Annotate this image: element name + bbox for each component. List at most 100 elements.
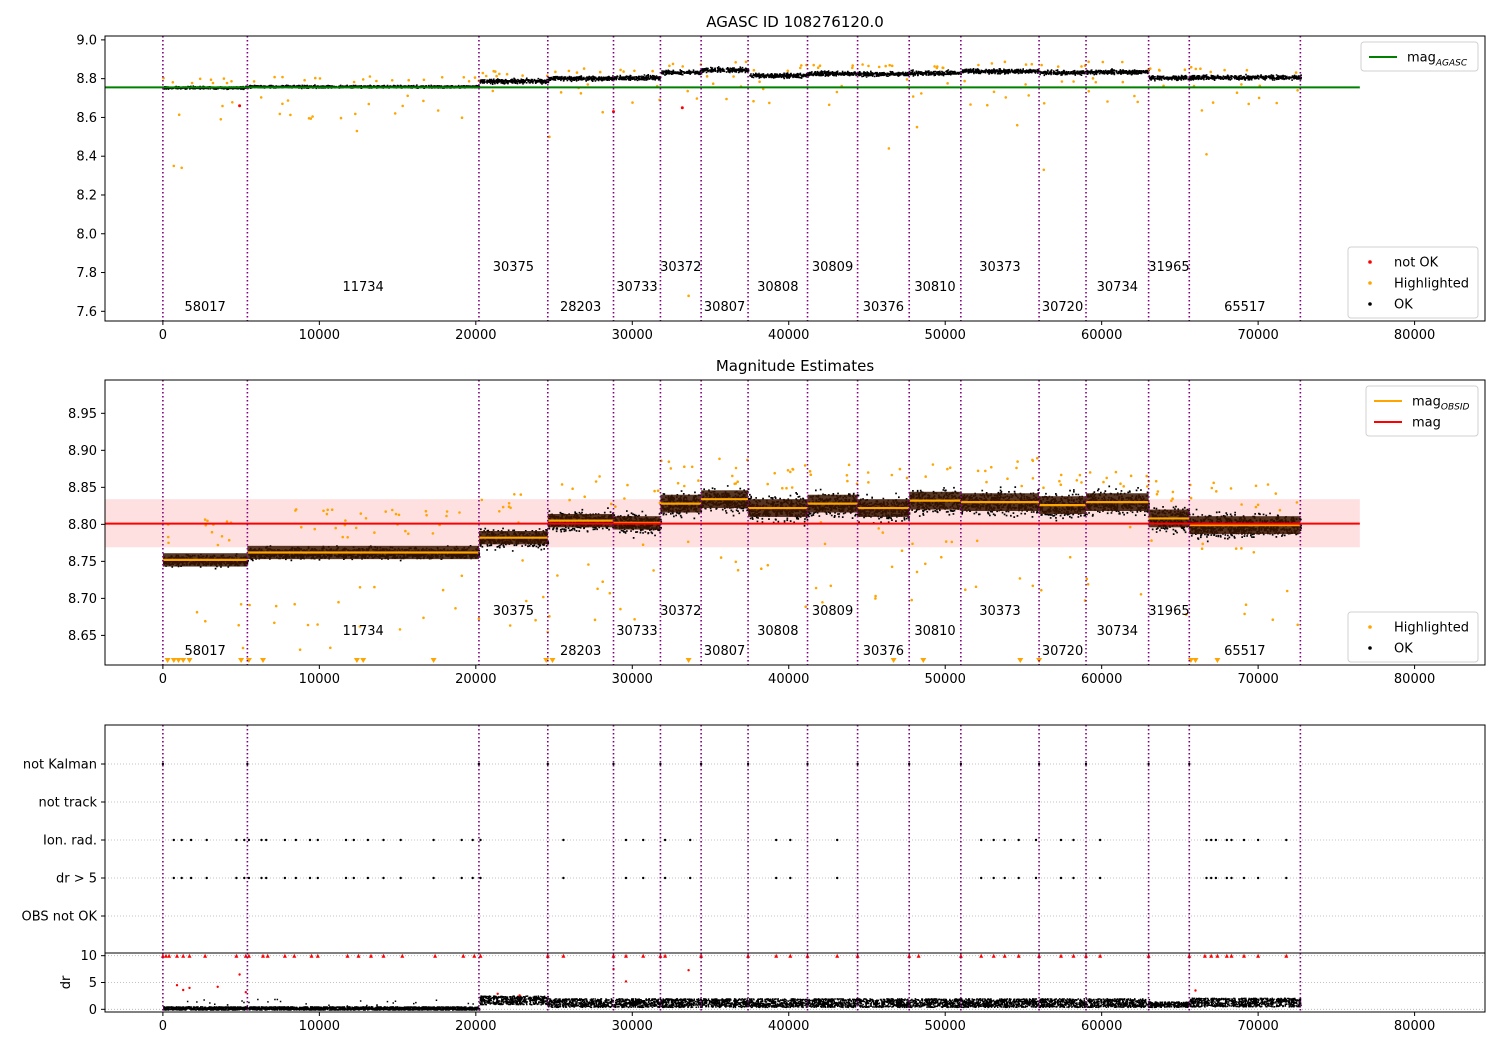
panel1-bottom-legend-label-2: OK (1394, 298, 1413, 313)
panel3-row-label: Ion. rad. (43, 834, 97, 849)
panel1-obsid-label: 30734 (1097, 280, 1138, 295)
panel4-xtick-label: 20000 (455, 1019, 496, 1034)
panel1-obsid-label: 30808 (757, 280, 798, 295)
panel1-obsid-label: 58017 (184, 300, 225, 315)
panel4-ylabel: dr (59, 975, 74, 989)
magnitude-estimates-panel: 58017 11734 30375 28203 3073330372 30807 30808… (68, 357, 1486, 687)
panel1-obsid-label: 30809 (812, 260, 853, 275)
panel3-row-label: not track (38, 796, 97, 811)
panel1-bottom-legend-marker-1 (1368, 281, 1372, 285)
panel2-obsid-label: 30807 (704, 644, 745, 659)
panel4-xtick-label: 70000 (1237, 1019, 1278, 1034)
panel1-ytick-label: 9.0 (76, 33, 97, 48)
panel2-bottom-legend-label-1: OK (1394, 642, 1413, 657)
panel2-obsid-label: 31965 (1148, 604, 1189, 619)
panel3-row-label: not Kalman (23, 758, 97, 773)
panel1-title: AGASC ID 108276120.0 (706, 13, 884, 31)
panel3-row-label: dr > 5 (56, 872, 97, 887)
panel1-obsid-label: 11734 (342, 280, 383, 295)
panel1-bottom-legend-label-0: not OK (1394, 256, 1439, 271)
panel2-plot-area: 58017 11734 30375 28203 3073330372 30807 30808… (105, 380, 1360, 665)
panel2-ytick-label: 8.90 (68, 444, 97, 459)
dr-panel: 0 10000 20000 30000 40000 50000 60000 70000 8000… (59, 949, 1486, 1034)
panel1-obsid-label: 30372 (660, 260, 701, 275)
panel2-ytick-label: 8.65 (68, 629, 97, 644)
panel2-obsid-label: 30372 (660, 604, 701, 619)
flags-panel: not Kalman not track Ion. rad. dr > 5 OBS no… (22, 724, 1486, 954)
panel2-ytick-label: 8.80 (68, 518, 97, 533)
panel2-obsid-label: 30734 (1097, 624, 1138, 639)
panel1-bottom-legend-label-1: Highlighted (1394, 277, 1469, 292)
panel2-obsid-label: 30809 (812, 604, 853, 619)
panel1-ytick-label: 8.0 (76, 227, 97, 242)
panel1-obsid-label: 30810 (914, 280, 955, 295)
panel2-ytick-label: 8.95 (68, 407, 97, 422)
panel1-obsid-label: 30733 (616, 280, 657, 295)
panel4-ytick-label: 10 (80, 949, 97, 964)
panel1-not-ok-points (238, 104, 684, 114)
panel1-xtick-label: 70000 (1237, 328, 1278, 343)
panel4-xtick-label: 50000 (925, 1019, 966, 1034)
panel2-bottom-legend (1347, 611, 1479, 663)
panel1-xtick-label: 20000 (455, 328, 496, 343)
panel2-xtick-label: 70000 (1237, 672, 1278, 687)
panel2-obsid-label: 30810 (914, 624, 955, 639)
panel4-ok-points (162, 995, 1302, 1011)
panel1-obsid-label: 30373 (979, 260, 1020, 275)
panel2-obsid-label: 30733 (616, 624, 657, 639)
panel2-obsid-label: 11734 (342, 624, 383, 639)
panel1-obsid-label: 31965 (1148, 260, 1189, 275)
panel4-xtick-label: 0 (159, 1019, 167, 1034)
panel1-xtick-label: 40000 (768, 328, 809, 343)
panel2-obsid-label: 30720 (1042, 644, 1083, 659)
panel2-obsid-label: 58017 (184, 644, 225, 659)
panel1-bottom-legend-marker-0 (1368, 260, 1372, 264)
panel1-ytick-label: 8.6 (76, 111, 97, 126)
panel1-xtick-label: 30000 (612, 328, 653, 343)
panel1-xtick-label: 50000 (925, 328, 966, 343)
panel4-xtick-label: 60000 (1081, 1019, 1122, 1034)
panel1-plot-area: 58017 11734 30375 28203 3073330372 30807 30808… (105, 36, 1360, 321)
panel2-xtick-label: 50000 (925, 672, 966, 687)
panel1-xtick-label: 0 (159, 328, 167, 343)
panel1-obsid-label: 30376 (863, 300, 904, 315)
panel2-top-legend-label-1: mag (1412, 416, 1441, 431)
magnitude-report-figure: 5801711734303752820330733303723080730808… (22, 13, 1486, 1034)
panel1-ytick-label: 7.6 (76, 305, 97, 320)
panel3-plot-area (161, 725, 1302, 953)
panel4-not-ok-points (160, 953, 1289, 997)
panel3-row-label: OBS not OK (22, 910, 98, 925)
panel2-xtick-label: 40000 (768, 672, 809, 687)
agasc-panel: 58017 11734 30375 28203 3073330372 30807 30808… (76, 13, 1486, 343)
panel2-xtick-label: 10000 (299, 672, 340, 687)
panel2-ytick-label: 8.70 (68, 592, 97, 607)
panel2-obsid-label: 65517 (1224, 644, 1265, 659)
panel4-ytick-label: 0 (89, 1003, 97, 1018)
panel2-xtick-label: 0 (159, 672, 167, 687)
panel1-obsid-label: 28203 (560, 300, 601, 315)
panel1-obsid-label: 30720 (1042, 300, 1083, 315)
panel2-title: Magnitude Estimates (716, 357, 874, 375)
panel2-bottom-legend-label-0: Highlighted (1394, 621, 1469, 636)
panel2-bottom-legend-marker-0 (1368, 625, 1372, 629)
panel1-ytick-label: 7.8 (76, 266, 97, 281)
panel1-ytick-label: 8.4 (76, 150, 97, 165)
panel4-xtick-label: 40000 (768, 1019, 809, 1034)
panel2-ytick-label: 8.85 (68, 481, 97, 496)
panel4-xtick-label: 10000 (299, 1019, 340, 1034)
panel1-obsid-label: 30807 (704, 300, 745, 315)
panel2-obsid-label: 30375 (493, 604, 534, 619)
panel2-ytick-label: 8.75 (68, 555, 97, 570)
panel2-obsid-label: 28203 (560, 644, 601, 659)
panel4-ytick-label: 5 (89, 976, 97, 991)
panel4-xtick-label: 80000 (1394, 1019, 1435, 1034)
panel2-xtick-label: 20000 (455, 672, 496, 687)
panel1-xtick-label: 60000 (1081, 328, 1122, 343)
panel1-ytick-label: 8.8 (76, 72, 97, 87)
panel3-flag-points (161, 762, 1191, 766)
panel1-ytick-label: 8.2 (76, 188, 97, 203)
panel2-obsid-label: 30808 (757, 624, 798, 639)
panel1-obsid-label: 30375 (493, 260, 534, 275)
panel1-highlighted-points (162, 60, 1299, 298)
panel2-xtick-label: 60000 (1081, 672, 1122, 687)
